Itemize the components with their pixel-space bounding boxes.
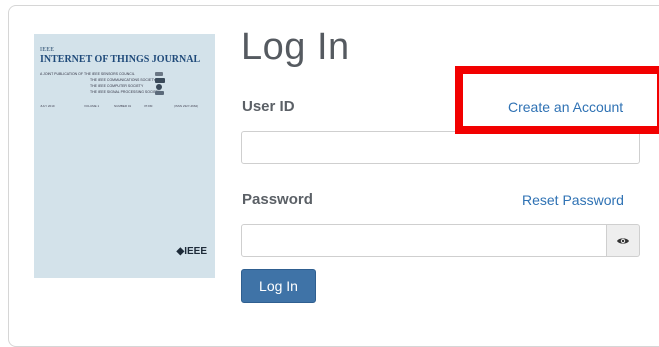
cover-ieee-label: IEEE <box>40 47 55 53</box>
show-password-button[interactable] <box>607 224 640 257</box>
password-field-group <box>241 224 640 257</box>
password-input[interactable] <box>241 224 607 257</box>
reset-password-link[interactable]: Reset Password <box>522 192 624 208</box>
society-logo-computer <box>156 84 162 90</box>
create-account-link[interactable]: Create an Account <box>508 99 623 115</box>
cover-journal-title: INTERNET OF THINGS JOURNAL <box>40 54 201 65</box>
journal-cover-image: IEEE INTERNET OF THINGS JOURNAL A JOINT … <box>34 34 215 278</box>
society-logo-sensors <box>155 72 163 76</box>
ieee-logo: ◆IEEE <box>176 246 207 257</box>
society-logo-comsoc <box>155 78 165 83</box>
eye-icon <box>617 237 629 244</box>
user-id-input[interactable] <box>241 131 640 164</box>
cover-society-3: THE IEEE SIGNAL PROCESSING SOCIETY <box>90 90 161 94</box>
cover-meta-date: JULY 2019 <box>40 104 55 108</box>
password-label: Password <box>242 191 313 208</box>
cover-meta-issn: (ISSN 2327-4662) <box>174 104 199 108</box>
cover-society-2: THE IEEE COMPUTER SOCIETY <box>90 84 144 88</box>
society-logo-signal <box>155 91 164 95</box>
page-title: Log In <box>241 26 350 68</box>
cover-meta-code: IITJIM <box>144 104 153 108</box>
cover-publication-line: A JOINT PUBLICATION OF THE IEEE SENSORS … <box>40 72 135 76</box>
user-id-label: User ID <box>242 98 295 115</box>
login-button[interactable]: Log In <box>241 269 316 303</box>
cover-meta-volume: VOLUME 1 <box>84 104 100 108</box>
cover-society-1: THE IEEE COMMUNICATIONS SOCIETY <box>90 78 156 82</box>
cover-meta-number: NUMBER 01 <box>114 104 132 108</box>
